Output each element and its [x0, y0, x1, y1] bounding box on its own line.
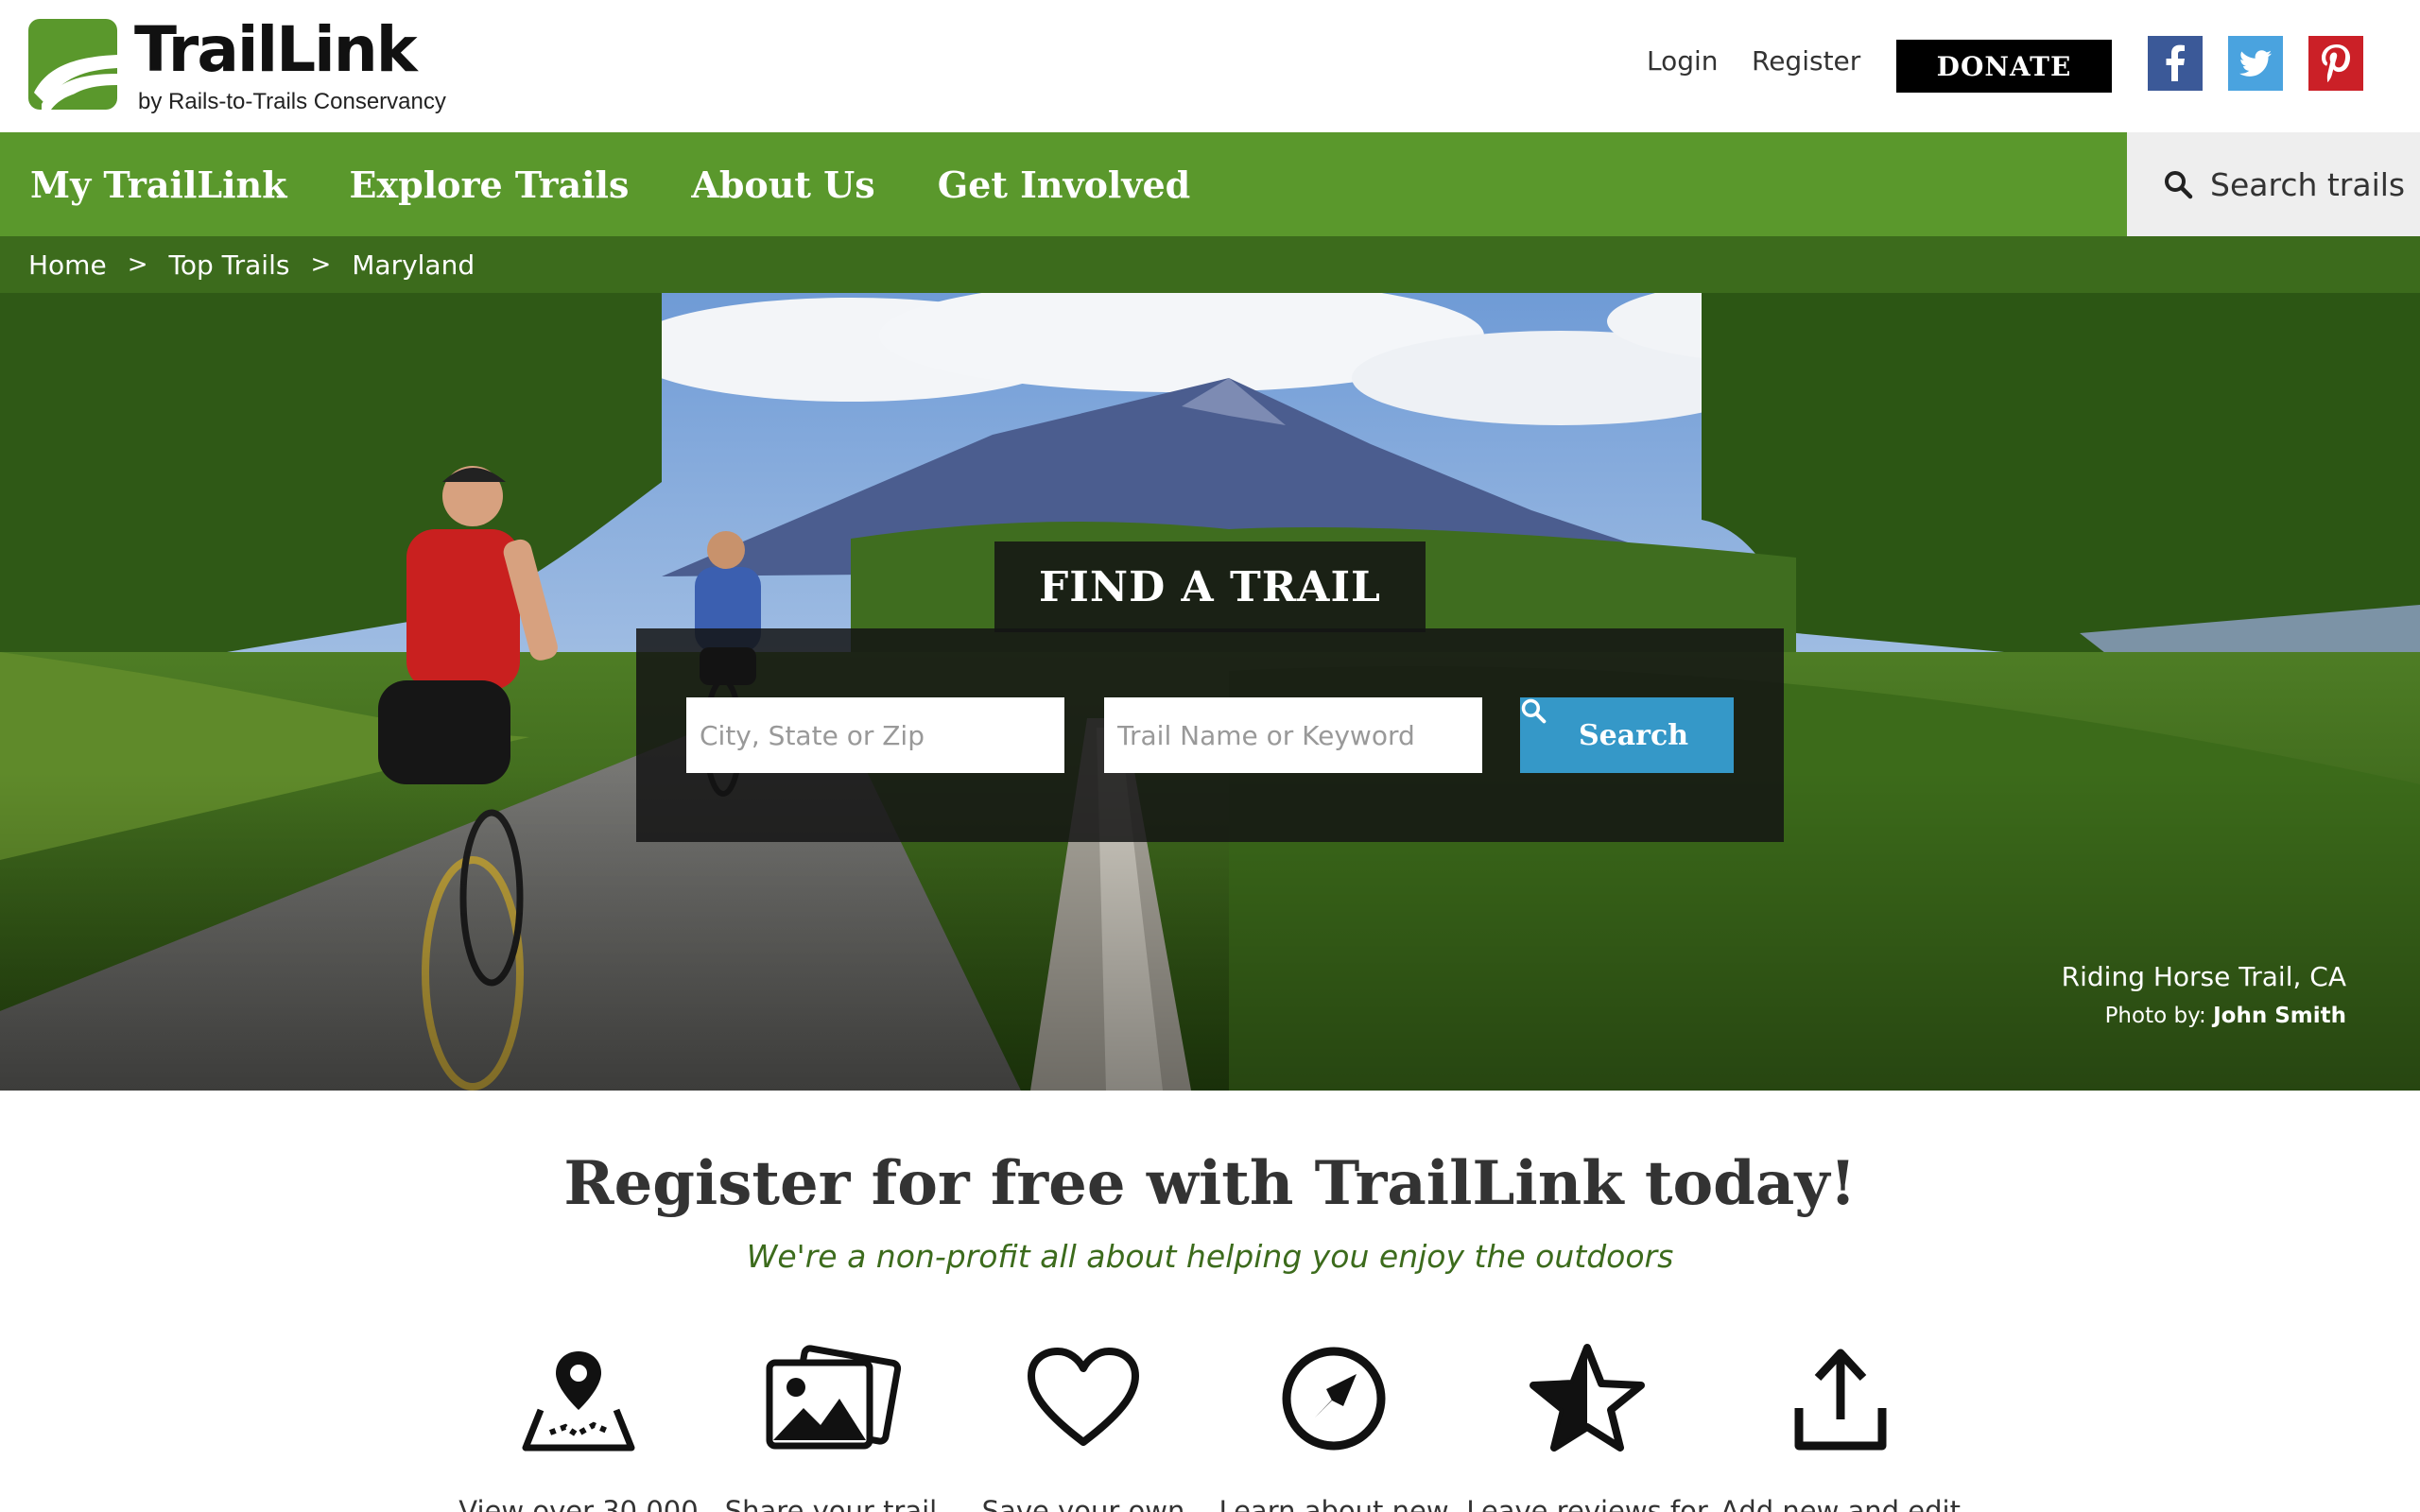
traillink-logo[interactable]: TrailLink by Rails-to-Trails Conservancy	[28, 19, 446, 115]
search-icon	[2165, 171, 2193, 199]
hero-banner: FIND A TRAIL Search Riding Horse Trail, …	[0, 293, 2420, 1091]
photo-credit-label: Photo by:	[2104, 1004, 2206, 1028]
photo-caption-title: Riding Horse Trail, CA	[2061, 961, 2346, 992]
traillink-logo-icon	[28, 19, 117, 110]
upload-icon	[1713, 1342, 1968, 1455]
register-subheading: We're a non-profit all about helping you…	[746, 1238, 1674, 1275]
feature-item: View over 30,000	[451, 1342, 706, 1512]
feature-text: Share your trail	[724, 1495, 938, 1512]
feature-item: Save your own	[956, 1342, 1211, 1512]
heart-icon	[956, 1342, 1211, 1455]
login-link[interactable]: Login	[1647, 45, 1719, 77]
photo-credit: Photo by: John Smith	[2062, 1004, 2346, 1028]
nav-about-us[interactable]: About Us	[691, 163, 874, 206]
photographer-name: John Smith	[2213, 1004, 2346, 1028]
feature-text: Learn about new	[1219, 1495, 1449, 1512]
logo-tagline: by Rails-to-Trails Conservancy	[138, 89, 446, 114]
logo-name: TrailLink	[134, 13, 418, 86]
feature-item: Learn about new	[1206, 1342, 1461, 1512]
feature-text: View over 30,000	[458, 1495, 699, 1512]
nav-get-involved[interactable]: Get Involved	[938, 163, 1191, 206]
feature-text: Add new and edit	[1720, 1495, 1961, 1512]
feature-item: Leave reviews for	[1460, 1342, 1715, 1512]
star-icon	[1460, 1342, 1715, 1455]
facebook-icon[interactable]	[2148, 36, 2203, 91]
photo-caption: Riding Horse Trail, CA Photo by: John Sm…	[2062, 961, 2346, 1028]
compass-icon	[1206, 1342, 1461, 1455]
main-nav: My TrailLink Explore Trails About Us Get…	[0, 132, 2127, 236]
twitter-icon[interactable]	[2228, 36, 2283, 91]
search-trails-label: Search trails	[2210, 165, 2406, 203]
city-state-zip-input[interactable]	[686, 697, 1064, 773]
feature-text: Save your own	[981, 1495, 1185, 1512]
nav-explore-trails[interactable]: Explore Trails	[350, 163, 630, 206]
breadcrumb-maryland[interactable]: Maryland	[352, 249, 475, 281]
search-button[interactable]: Search	[1520, 697, 1734, 773]
top-header: TrailLink by Rails-to-Trails Conservancy…	[0, 0, 2420, 132]
map-pin-icon	[451, 1342, 706, 1455]
breadcrumb: Home > Top Trails > Maryland	[0, 236, 2420, 293]
trail-keyword-input[interactable]	[1104, 697, 1482, 773]
breadcrumb-separator: >	[310, 250, 332, 279]
donate-button[interactable]: DONATE	[1896, 40, 2112, 93]
register-link[interactable]: Register	[1752, 45, 1860, 77]
feature-list: View over 30,000 Share your trail Save y…	[0, 1342, 2420, 1512]
feature-item: Add new and edit	[1713, 1342, 1968, 1512]
nav-my-traillink[interactable]: My TrailLink	[30, 163, 287, 206]
search-icon	[1521, 698, 1547, 724]
pinterest-icon[interactable]	[2308, 36, 2363, 91]
search-button-label: Search	[1578, 718, 1689, 752]
find-a-trail-title: FIND A TRAIL	[1039, 562, 1381, 611]
feature-item: Share your trail	[703, 1342, 959, 1512]
feature-text: Leave reviews for	[1466, 1495, 1708, 1512]
find-a-trail-tab: FIND A TRAIL	[994, 541, 1426, 632]
breadcrumb-separator: >	[127, 250, 148, 279]
breadcrumb-home[interactable]: Home	[28, 249, 107, 281]
breadcrumb-top-trails[interactable]: Top Trails	[168, 249, 289, 281]
register-heading: Register for free with TrailLink today!	[563, 1148, 1857, 1219]
search-trails-button[interactable]: Search trails	[2127, 132, 2420, 236]
find-a-trail-form: Search	[636, 628, 1784, 842]
photos-icon	[703, 1342, 959, 1455]
